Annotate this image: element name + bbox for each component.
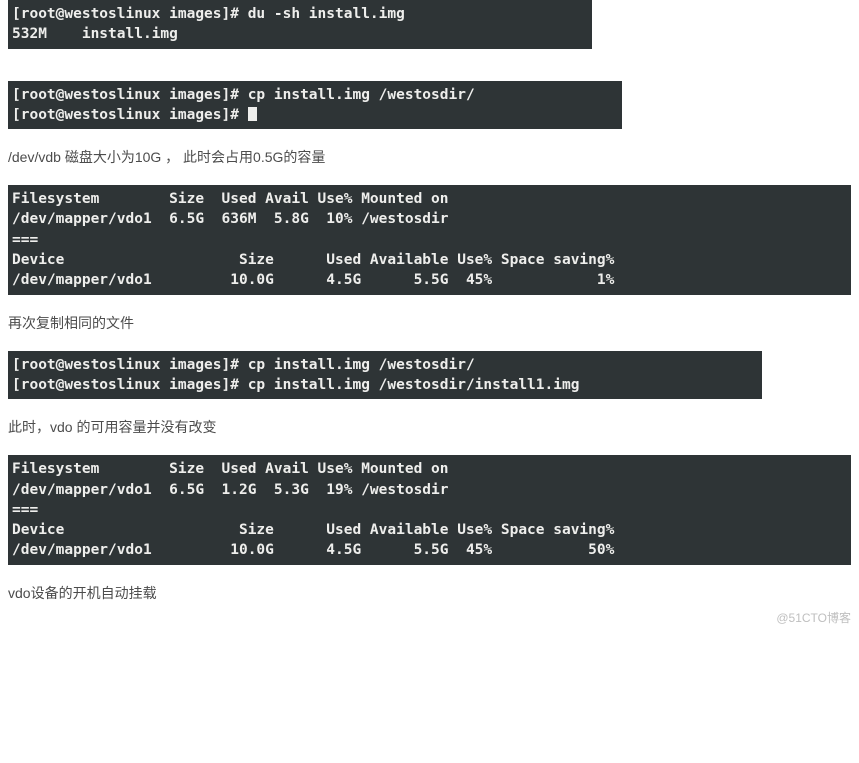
terminal-block-stats1: Filesystem Size Used Avail Use% Mounted … xyxy=(8,185,851,294)
watermark: @51CTO博客 xyxy=(8,609,851,626)
note-automount: vdo设备的开机自动挂载 xyxy=(8,583,851,603)
note-no-change: 此时，vdo 的可用容量并没有改变 xyxy=(8,417,851,437)
terminal-block-stats2: Filesystem Size Used Avail Use% Mounted … xyxy=(8,455,851,564)
terminal-block-cp1: [root@westoslinux images]# cp install.im… xyxy=(8,81,622,130)
terminal-block-cp2: [root@westoslinux images]# cp install.im… xyxy=(8,351,762,400)
terminal-block-du: [root@westoslinux images]# du -sh instal… xyxy=(8,0,592,49)
note-copy-again: 再次复制相同的文件 xyxy=(8,313,851,333)
note-disk-size: /dev/vdb 磁盘大小为10G ， 此时会占用0.5G的容量 xyxy=(8,147,851,167)
